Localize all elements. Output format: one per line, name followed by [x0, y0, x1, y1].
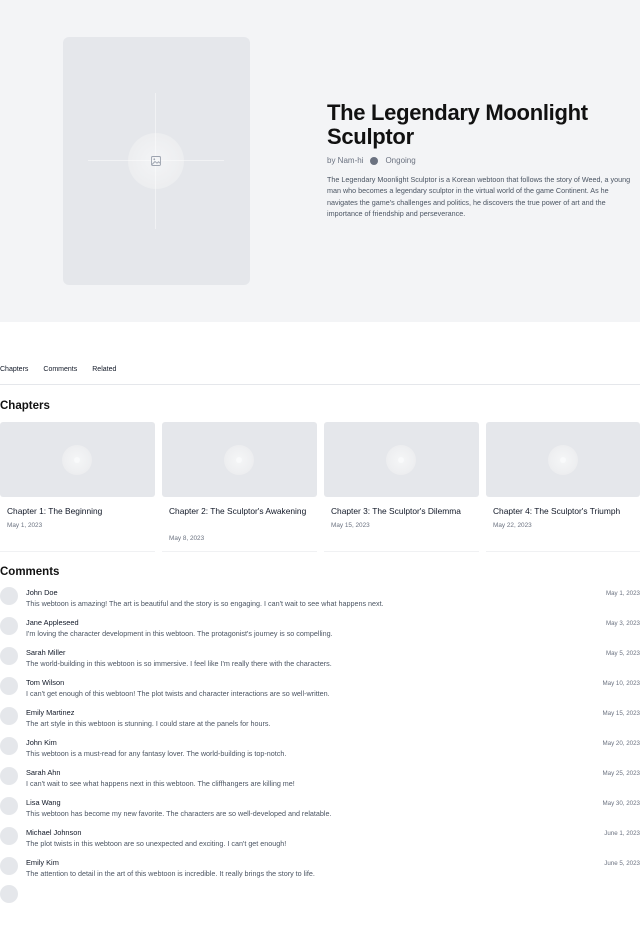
comment-author: Emily Kim [26, 858, 59, 867]
comment-text: I'm loving the character development in … [26, 629, 333, 638]
chapter-title: Chapter 4: The Sculptor's Triumph [493, 506, 621, 516]
chapter-date: May 8, 2023 [169, 535, 205, 542]
chapter-date: May 1, 2023 [7, 522, 43, 529]
comment-author: Lisa Wang [26, 798, 61, 807]
chapter-title: Chapter 3: The Sculptor's Dilemma [331, 506, 461, 516]
avatar [0, 767, 18, 785]
tab-comments[interactable]: Comments [43, 362, 77, 384]
chapter-thumbnail [162, 422, 317, 497]
series-title: The Legendary Moonlight Sculptor [327, 100, 588, 149]
comment-item: Emily Kim The attention to detail in the… [0, 856, 640, 886]
thumbnail-dot [398, 457, 404, 463]
comment-item: John Kim This webtoon is a must-read for… [0, 736, 640, 766]
comments-heading: Comments [0, 566, 60, 578]
comment-author: John Doe [26, 588, 58, 597]
comment-author: John Kim [26, 738, 57, 747]
avatar [0, 885, 18, 903]
comment-date: May 20, 2023 [602, 740, 640, 747]
comment-date: June 5, 2023 [604, 860, 640, 867]
comment-text: This webtoon is a must-read for any fant… [26, 749, 287, 758]
author-label: by Nam-hi [327, 156, 364, 165]
comment-item: Lisa Wang This webtoon has become my new… [0, 796, 640, 826]
comment-author: Emily Martinez [26, 708, 75, 717]
avatar [0, 707, 18, 725]
thumbnail-dot [236, 457, 242, 463]
comment-text: The art style in this webtoon is stunnin… [26, 719, 271, 728]
comment-text: I can't get enough of this webtoon! The … [26, 689, 330, 698]
comment-text: This webtoon is amazing! The art is beau… [26, 599, 384, 608]
comment-date: May 15, 2023 [602, 710, 640, 717]
tab-related[interactable]: Related [92, 362, 116, 384]
thumbnail-dot [74, 457, 80, 463]
section-tabs: Chapters Comments Related [0, 362, 640, 385]
comment-author: Michael Johnson [26, 828, 82, 837]
dot-icon [370, 157, 379, 165]
chapter-card[interactable]: Chapter 2: The Sculptor's Awakening May … [162, 422, 317, 552]
comment-item: Emily Martinez The art style in this web… [0, 706, 640, 736]
chapter-card[interactable]: Chapter 1: The Beginning May 1, 2023 [0, 422, 155, 552]
comment-text: This webtoon has become my new favorite.… [26, 809, 332, 818]
comment-text: I can't wait to see what happens next in… [26, 779, 295, 788]
avatar [0, 797, 18, 815]
chapter-thumbnail [0, 422, 155, 497]
chapter-card[interactable]: Chapter 3: The Sculptor's Dilemma May 15… [324, 422, 479, 552]
comment-item: Sarah Ahn I can't wait to see what happe… [0, 766, 640, 796]
series-description: The Legendary Moonlight Sculptor is a Ko… [327, 175, 631, 219]
comment-date: May 1, 2023 [605, 590, 640, 597]
avatar [0, 677, 18, 695]
avatar [0, 827, 18, 845]
thumbnail-dot [560, 457, 566, 463]
chapter-thumbnail [324, 422, 479, 497]
comment-text: The plot twists in this webtoon are so u… [26, 839, 287, 848]
avatar [0, 737, 18, 755]
chapter-title: Chapter 2: The Sculptor's Awakening [169, 506, 307, 516]
comment-item: Jane Appleseed I'm loving the character … [0, 616, 640, 646]
comment-date: May 5, 2023 [605, 650, 640, 657]
series-hero: The Legendary Moonlight Sculptor by Nam-… [0, 0, 640, 322]
tab-chapters[interactable]: Chapters [0, 362, 28, 384]
comment-item: Sarah Miller The world-building in this … [0, 646, 640, 676]
chapter-card[interactable]: Chapter 4: The Sculptor's Triumph May 22… [486, 422, 640, 552]
comment-date: June 1, 2023 [604, 830, 640, 837]
comment-item: Tom Wilson I can't get enough of this we… [0, 676, 640, 706]
comment-text: The attention to detail in the art of th… [26, 869, 315, 878]
chapter-title: Chapter 1: The Beginning [7, 506, 103, 516]
cover-image-placeholder [63, 37, 250, 285]
chapter-date: May 22, 2023 [493, 522, 532, 529]
series-meta: by Nam-hi Ongoing [327, 155, 416, 167]
chapter-date: May 15, 2023 [331, 522, 370, 529]
comment-author: Tom Wilson [26, 678, 65, 687]
comment-text: The world-building in this webtoon is so… [26, 659, 332, 668]
comment-author: Sarah Ahn [26, 768, 61, 777]
comment-date: May 25, 2023 [602, 770, 640, 777]
comment-item: Michael Johnson The plot twists in this … [0, 826, 640, 856]
comment-date: May 3, 2023 [605, 620, 640, 627]
comment-author: Jane Appleseed [26, 618, 79, 627]
avatar [0, 647, 18, 665]
avatar [0, 617, 18, 635]
avatar [0, 587, 18, 605]
comment-date: May 10, 2023 [602, 680, 640, 687]
comment-date: May 30, 2023 [602, 800, 640, 807]
chapter-thumbnail [486, 422, 640, 497]
chapters-heading: Chapters [0, 400, 50, 412]
avatar [0, 857, 18, 875]
comment-author: Sarah Miller [26, 648, 66, 657]
status-label: Ongoing [385, 156, 416, 165]
image-icon [151, 156, 161, 166]
chapter-grid: Chapter 1: The Beginning May 1, 2023 Cha… [0, 422, 640, 552]
comment-item: John Doe This webtoon is amazing! The ar… [0, 586, 640, 616]
